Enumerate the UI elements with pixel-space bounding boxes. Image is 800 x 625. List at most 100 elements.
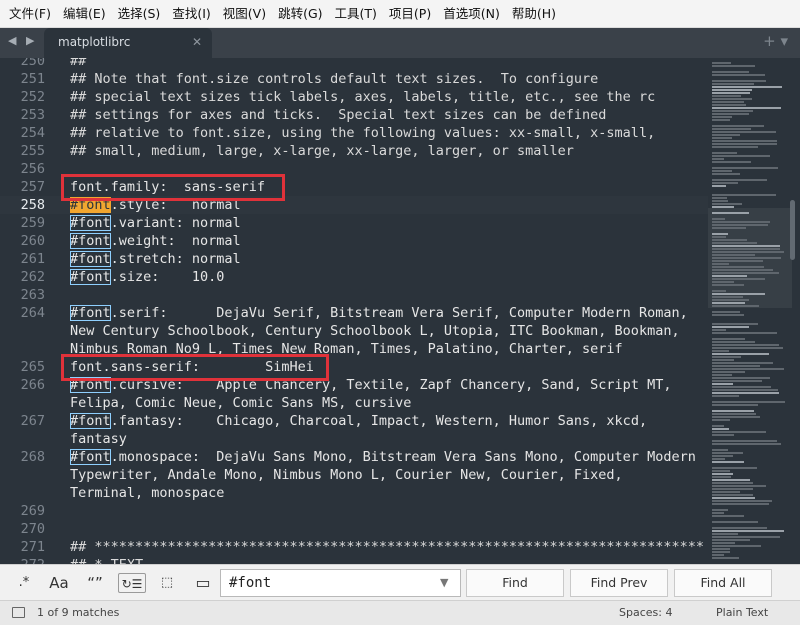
- minimap-line: [712, 530, 784, 532]
- minimap-line: [712, 107, 781, 109]
- code-line[interactable]: New Century Schoolbook, Century Schoolbo…: [0, 322, 708, 340]
- code-line[interactable]: 260 #font.weight: normal: [0, 232, 708, 250]
- code-line[interactable]: 263: [0, 286, 708, 304]
- new-tab-icon[interactable]: + ▾: [763, 32, 788, 50]
- line-content: ## Note that font.size controls default …: [70, 71, 599, 87]
- line-text: #font.style: normal: [70, 196, 241, 214]
- panel-switcher-icon[interactable]: [12, 607, 25, 618]
- code-editor[interactable]: 250 ## 251 ## Note that font.size controls …: [0, 58, 708, 564]
- whole-word-toggle[interactable]: “”: [82, 573, 108, 593]
- minimap-line: [712, 254, 755, 256]
- code-line[interactable]: Typewriter, Andale Mono, Nimbus Mono L, …: [0, 466, 708, 484]
- code-line[interactable]: 270: [0, 520, 708, 538]
- menu-item-3[interactable]: 查找(I): [166, 0, 216, 28]
- wrap-toggle[interactable]: ↻☰: [118, 573, 146, 593]
- search-match: #font: [70, 413, 111, 429]
- code-line[interactable]: Terminal, monospace: [0, 484, 708, 502]
- menu-item-8[interactable]: 首选项(N): [437, 0, 506, 28]
- find-input[interactable]: [220, 569, 461, 597]
- regex-toggle[interactable]: .*: [12, 573, 36, 593]
- code-line[interactable]: 256: [0, 160, 708, 178]
- menu-item-0[interactable]: 文件(F): [3, 0, 57, 28]
- code-line[interactable]: 272 ## * TEXT: [0, 556, 708, 564]
- code-line[interactable]: 258 #font.style: normal: [0, 196, 708, 214]
- code-line[interactable]: 252 ## special text sizes tick labels, ax…: [0, 88, 708, 106]
- case-sensitive-toggle[interactable]: Aa: [46, 573, 72, 593]
- code-line[interactable]: 265 font.sans-serif: SimHei: [0, 358, 708, 376]
- line-content: .serif: DejaVu Serif, Bitstream Vera Ser…: [110, 305, 688, 321]
- minimap-line: [712, 449, 728, 451]
- minimap-line: [712, 362, 773, 364]
- minimap-line: [712, 455, 733, 457]
- minimap-line: [712, 218, 725, 220]
- minimap-line: [712, 128, 751, 130]
- minimap-line: [712, 470, 730, 472]
- menu-item-2[interactable]: 选择(S): [112, 0, 167, 28]
- code-line[interactable]: 261 #font.stretch: normal: [0, 250, 708, 268]
- code-line[interactable]: 257 font.family: sans-serif: [0, 178, 708, 196]
- minimap-line: [712, 401, 785, 403]
- minimap-line: [712, 302, 745, 304]
- menu-item-4[interactable]: 视图(V): [217, 0, 272, 28]
- code-line[interactable]: Felipa, Comic Neue, Comic Sans MS, cursi…: [0, 394, 708, 412]
- line-number: 262: [20, 269, 45, 285]
- code-line[interactable]: 259 #font.variant: normal: [0, 214, 708, 232]
- minimap-line: [712, 248, 780, 250]
- vertical-scrollbar[interactable]: [790, 200, 795, 260]
- minimap-line: [712, 428, 729, 430]
- code-line[interactable]: 254 ## relative to font.size, using the f…: [0, 124, 708, 142]
- indentation-status[interactable]: Spaces: 4: [619, 606, 672, 619]
- find-prev-button[interactable]: Find Prev: [570, 569, 668, 597]
- line-content: fantasy: [70, 431, 127, 447]
- minimap-line: [712, 236, 726, 238]
- minimap-line: [712, 71, 749, 73]
- minimap-line: [712, 179, 767, 181]
- line-number: 250: [20, 58, 45, 69]
- code-line[interactable]: 264 #font.serif: DejaVu Serif, Bitstream …: [0, 304, 708, 322]
- close-icon[interactable]: ✕: [192, 35, 202, 49]
- menu-item-5[interactable]: 跳转(G): [272, 0, 328, 28]
- find-button[interactable]: Find: [466, 569, 564, 597]
- line-number: 260: [20, 233, 45, 249]
- minimap-line: [712, 311, 740, 313]
- menu-item-7[interactable]: 项目(P): [383, 0, 437, 28]
- code-line[interactable]: 266 #font.cursive: Apple Chancery, Textil…: [0, 376, 708, 394]
- line-number: 267: [20, 413, 45, 429]
- minimap-line: [712, 410, 754, 412]
- code-line[interactable]: 271 ## **********************************…: [0, 538, 708, 556]
- code-line[interactable]: 268 #font.monospace: DejaVu Sans Mono, Bi…: [0, 448, 708, 466]
- syntax-status[interactable]: Plain Text: [716, 606, 768, 619]
- minimap-line: [712, 269, 773, 271]
- minimap[interactable]: [708, 58, 792, 564]
- code-line[interactable]: 251 ## Note that font.size controls defau…: [0, 70, 708, 88]
- tab-matplotlibrc[interactable]: matplotlibrc ✕: [44, 28, 212, 58]
- menu-item-6[interactable]: 工具(T): [329, 0, 383, 28]
- minimap-line: [712, 431, 766, 433]
- minimap-line: [712, 326, 749, 328]
- minimap-line: [712, 359, 734, 361]
- menu-item-1[interactable]: 编辑(E): [57, 0, 112, 28]
- minimap-line: [712, 350, 729, 352]
- highlight-matches-toggle[interactable]: ▭: [192, 573, 214, 593]
- minimap-line: [712, 197, 727, 199]
- code-line[interactable]: 269: [0, 502, 708, 520]
- code-line[interactable]: fantasy: [0, 430, 708, 448]
- minimap-line: [712, 62, 731, 64]
- code-line[interactable]: Nimbus Roman No9 L, Times New Roman, Tim…: [0, 340, 708, 358]
- tab-bar: ◀ ▶ matplotlibrc ✕ + ▾: [0, 28, 800, 58]
- code-line[interactable]: 267 #font.fantasy: Chicago, Charcoal, Imp…: [0, 412, 708, 430]
- line-text: #font.weight: normal: [70, 232, 241, 250]
- minimap-line: [712, 533, 738, 535]
- code-line[interactable]: 253 ## settings for axes and ticks. Speci…: [0, 106, 708, 124]
- find-all-button[interactable]: Find All: [674, 569, 772, 597]
- in-selection-toggle[interactable]: ⬚: [156, 573, 178, 593]
- chevron-down-icon[interactable]: ▼: [440, 576, 448, 589]
- line-content: ## * TEXT: [70, 557, 143, 564]
- code-line[interactable]: 255 ## small, medium, large, x-large, xx-…: [0, 142, 708, 160]
- code-line[interactable]: 250 ##: [0, 58, 708, 70]
- minimap-line: [712, 116, 732, 118]
- minimap-line: [712, 440, 777, 442]
- code-line[interactable]: 262 #font.size: 10.0: [0, 268, 708, 286]
- tab-nav-arrows-icon[interactable]: ◀ ▶: [8, 34, 37, 47]
- menu-item-9[interactable]: 帮助(H): [506, 0, 562, 28]
